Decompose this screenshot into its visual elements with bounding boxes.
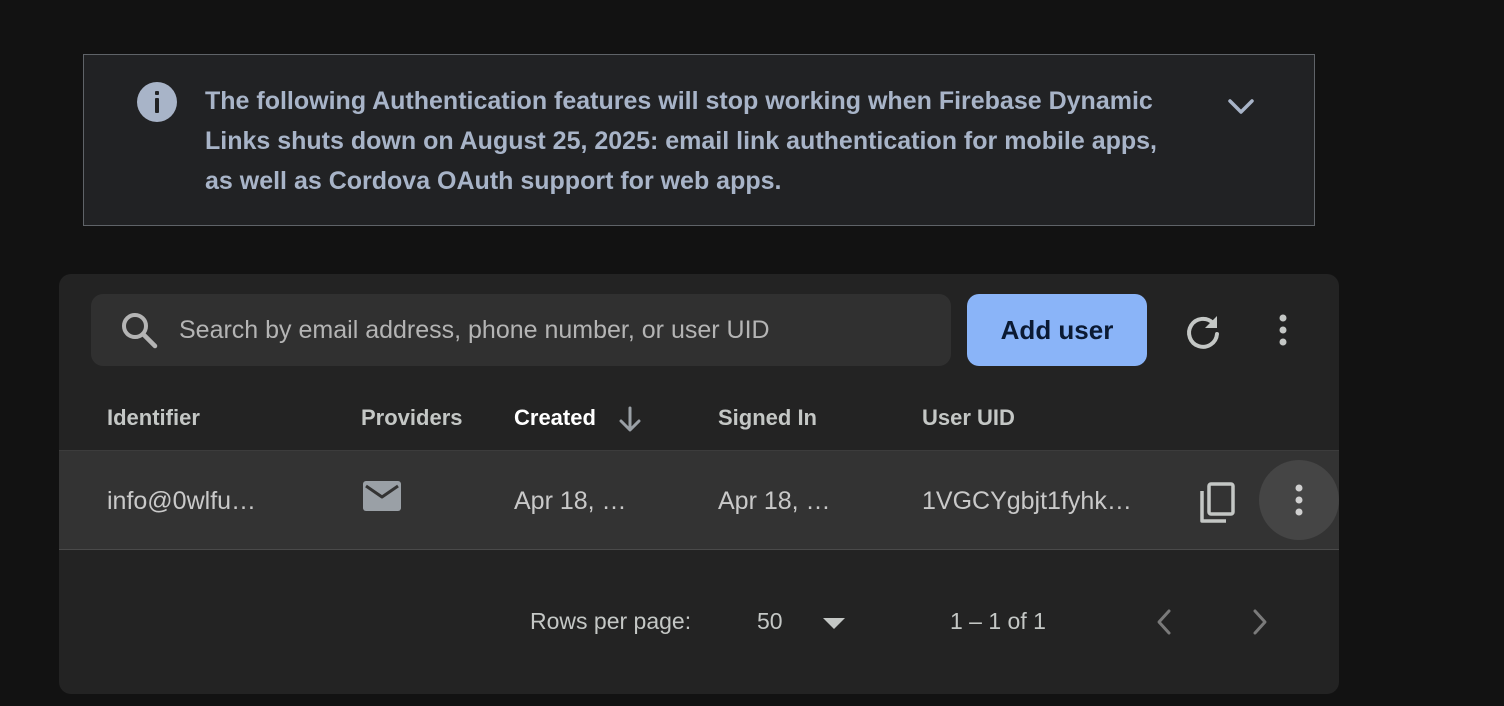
dropdown-caret-icon (823, 616, 845, 630)
column-header-created[interactable]: Created (514, 404, 596, 432)
column-header-signed-in[interactable]: Signed In (718, 404, 817, 432)
cell-signed-in: Apr 18, … (718, 487, 831, 515)
cell-created: Apr 18, … (514, 487, 627, 515)
chevron-left-icon[interactable] (1149, 604, 1179, 640)
sort-descending-icon[interactable] (615, 404, 645, 434)
rows-per-page-label: Rows per page: (530, 608, 692, 634)
chevron-down-icon[interactable] (1224, 91, 1258, 121)
rows-per-page-select[interactable]: 50 (757, 604, 857, 640)
table-row[interactable]: info@0wlfu… Apr 18, … Apr 18, … 1VGCYgbj… (59, 450, 1339, 550)
column-header-user-uid[interactable]: User UID (922, 404, 1015, 432)
search-icon (119, 310, 161, 352)
dynamic-links-notice: The following Authentication features wi… (83, 54, 1315, 226)
users-card: Add user Identifier Providers Created Si… (59, 274, 1339, 694)
refresh-icon[interactable] (1181, 310, 1225, 354)
row-more-vert-icon[interactable] (1259, 460, 1339, 540)
rows-per-page-value: 50 (757, 608, 783, 634)
cell-user-uid: 1VGCYgbjt1fyhk… (922, 487, 1132, 515)
search-box[interactable] (91, 294, 951, 366)
chevron-right-icon[interactable] (1245, 604, 1275, 640)
add-user-button[interactable]: Add user (967, 294, 1147, 366)
search-input[interactable] (177, 308, 917, 352)
copy-icon[interactable] (1198, 481, 1238, 525)
column-header-providers[interactable]: Providers (361, 404, 463, 432)
notice-message: The following Authentication features wi… (205, 87, 1158, 195)
column-header-identifier[interactable]: Identifier (107, 404, 200, 432)
info-icon (137, 82, 177, 122)
mail-icon (362, 479, 402, 513)
page-range: 1 – 1 of 1 (950, 608, 1046, 634)
cell-identifier: info@0wlfu… (107, 487, 257, 515)
more-vert-icon[interactable] (1263, 310, 1303, 350)
